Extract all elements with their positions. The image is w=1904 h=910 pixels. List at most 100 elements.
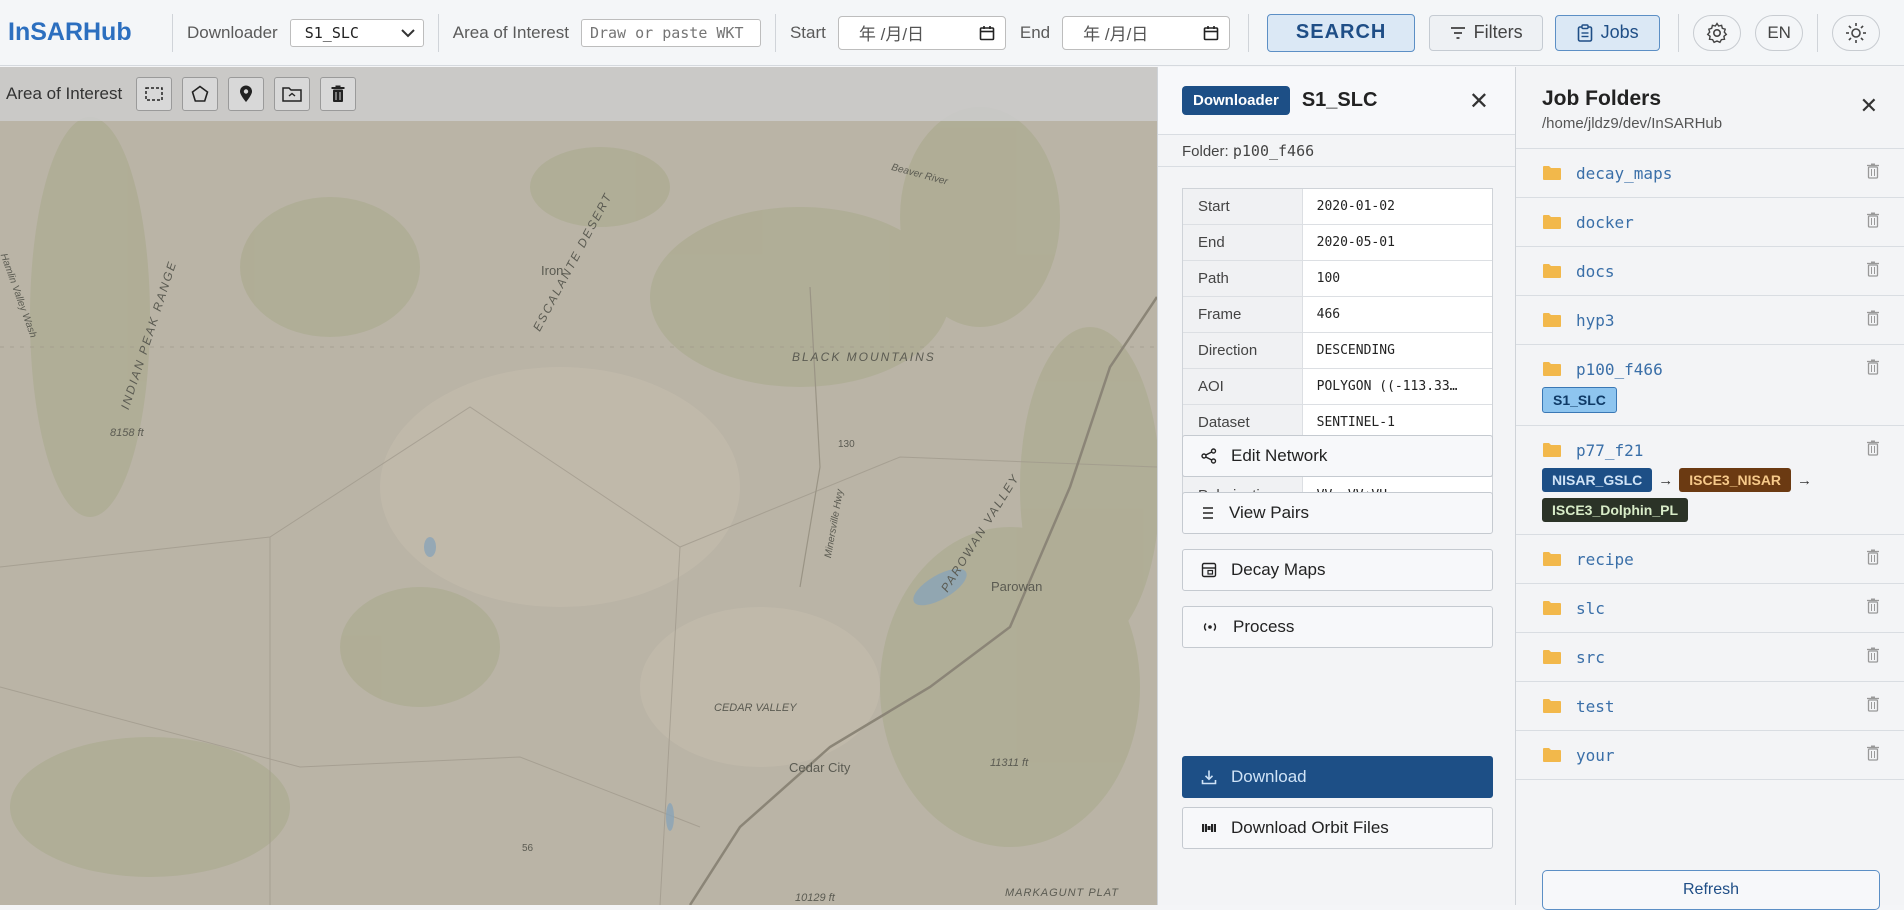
folder-item-p77-f21[interactable]: p77_f21 NISAR_GSLC → ISCE3_NISAR → ISCE3… xyxy=(1516,426,1904,535)
refresh-button[interactable]: Refresh xyxy=(1542,870,1880,910)
folder-name[interactable]: p77_f21 xyxy=(1576,441,1643,460)
folder-item-hyp3[interactable]: hyp3 xyxy=(1516,296,1904,345)
theme-toggle-button[interactable] xyxy=(1832,14,1881,51)
folder-item-decay-maps[interactable]: decay_maps xyxy=(1516,149,1904,198)
start-label: Start xyxy=(789,22,826,42)
job-tags: S1_SLC xyxy=(1542,387,1879,425)
trash-icon[interactable] xyxy=(1867,745,1879,761)
map-view[interactable]: ESCALANTE DESERT BLACK MOUNTAINS INDIAN … xyxy=(0,67,1157,905)
trash-icon[interactable] xyxy=(1867,261,1879,277)
divider xyxy=(774,13,776,52)
process-button[interactable]: Process xyxy=(1182,606,1493,648)
param-value: 2020-01-02 xyxy=(1316,199,1395,214)
map-label-iron: Iron xyxy=(541,263,564,278)
end-date-input[interactable]: 年 /月/日 xyxy=(1062,15,1231,50)
draw-rectangle-button[interactable] xyxy=(136,77,173,111)
folder-name[interactable]: your xyxy=(1576,746,1615,765)
folder-icon xyxy=(1543,552,1561,566)
folder-name[interactable]: docs xyxy=(1576,262,1615,281)
trash-icon[interactable] xyxy=(1867,598,1879,614)
filters-label: Filters xyxy=(1473,22,1523,42)
jobs-button[interactable]: Jobs xyxy=(1555,14,1661,51)
folder-item-docker[interactable]: docker xyxy=(1516,198,1904,247)
divider xyxy=(1817,13,1819,52)
folder-item-slc[interactable]: slc xyxy=(1516,584,1904,633)
folder-item-test[interactable]: test xyxy=(1516,682,1904,731)
trash-icon[interactable] xyxy=(1867,440,1879,456)
decay-maps-button[interactable]: Decay Maps xyxy=(1182,549,1493,591)
download-orbit-files-button[interactable]: Download Orbit Files xyxy=(1182,807,1493,849)
calendar-icon[interactable] xyxy=(979,25,995,41)
trash-icon[interactable] xyxy=(1867,696,1879,712)
language-button[interactable]: EN xyxy=(1755,14,1804,51)
close-icon[interactable]: ✕ xyxy=(1860,93,1878,119)
map-label-parowan: Parowan xyxy=(991,579,1043,594)
trash-icon[interactable] xyxy=(1867,163,1879,179)
map-pin-icon xyxy=(240,85,253,102)
job-tag[interactable]: S1_SLC xyxy=(1542,387,1617,413)
download-button[interactable]: Download xyxy=(1182,756,1493,798)
folder-name[interactable]: test xyxy=(1576,697,1615,716)
start-date-input[interactable]: 年 /月/日 xyxy=(837,15,1006,50)
folder-item-docs[interactable]: docs xyxy=(1516,247,1904,296)
map-label-elev-10129: 10129 ft xyxy=(795,892,835,904)
downloader-name: S1_SLC xyxy=(1301,89,1378,111)
view-pairs-button[interactable]: View Pairs xyxy=(1182,492,1493,534)
trash-icon[interactable] xyxy=(1867,647,1879,663)
divider xyxy=(437,13,439,52)
folder-name[interactable]: docker xyxy=(1576,213,1634,232)
edit-network-label: Edit Network xyxy=(1231,446,1328,465)
load-file-button[interactable] xyxy=(274,77,311,111)
filters-button[interactable]: Filters xyxy=(1429,14,1544,51)
map-toolbar: Area of Interest xyxy=(0,67,1157,121)
folder-icon xyxy=(1543,166,1561,180)
end-date-value: 年 /月/日 xyxy=(1083,25,1149,44)
table-row: Direction DESCENDING xyxy=(1183,333,1492,369)
job-tag[interactable]: ISCE3_NISAR xyxy=(1679,468,1792,492)
folder-name[interactable]: hyp3 xyxy=(1576,311,1615,330)
folder-item-your[interactable]: your xyxy=(1516,731,1904,780)
filter-icon xyxy=(1450,26,1465,39)
divider xyxy=(1248,13,1250,52)
sun-icon xyxy=(1846,22,1867,43)
draw-polygon-button[interactable] xyxy=(182,77,219,111)
close-icon[interactable]: ✕ xyxy=(1469,87,1489,116)
folder-name[interactable]: p100_f466 xyxy=(1576,360,1663,379)
folder-name[interactable]: recipe xyxy=(1576,550,1634,569)
download-orbit-files-label: Download Orbit Files xyxy=(1231,818,1389,837)
job-tag[interactable]: ISCE3_Dolphin_PL xyxy=(1542,498,1689,522)
trash-icon[interactable] xyxy=(1867,212,1879,228)
param-key: Start xyxy=(1183,189,1303,224)
brand-logo[interactable]: InSARHub xyxy=(8,18,158,47)
settings-button[interactable] xyxy=(1693,14,1742,51)
draw-point-button[interactable] xyxy=(228,77,265,111)
folder-name[interactable]: decay_maps xyxy=(1576,164,1672,183)
folder-name[interactable]: src xyxy=(1576,648,1605,667)
edit-network-button[interactable]: Edit Network xyxy=(1182,435,1493,477)
satellite-icon xyxy=(1202,824,1216,832)
job-tags: NISAR_GSLC → ISCE3_NISAR → ISCE3_Dolphin… xyxy=(1542,468,1879,534)
trash-icon[interactable] xyxy=(1867,359,1879,375)
folder-item-p100-f466[interactable]: p100_f466 S1_SLC xyxy=(1516,345,1904,426)
map-label-black-mountains: BLACK MOUNTAINS xyxy=(792,350,936,364)
job-tag[interactable]: NISAR_GSLC xyxy=(1542,468,1653,492)
trash-icon[interactable] xyxy=(1867,310,1879,326)
folder-icon xyxy=(1543,215,1561,229)
param-value: POLYGON ((-113.33… xyxy=(1316,379,1458,394)
param-value: 466 xyxy=(1316,307,1341,322)
aoi-label: Area of Interest xyxy=(452,22,569,42)
table-row: Frame 466 xyxy=(1183,297,1492,333)
trash-icon[interactable] xyxy=(1867,549,1879,565)
folder-name[interactable]: slc xyxy=(1576,599,1605,618)
folder-item-recipe[interactable]: recipe xyxy=(1516,535,1904,584)
downloader-select[interactable]: S1_SLC xyxy=(289,18,424,47)
search-button[interactable]: SEARCH xyxy=(1267,13,1416,52)
chevron-down-icon xyxy=(401,28,415,37)
aoi-input[interactable] xyxy=(580,18,761,47)
map-label-cedar-valley: CEDAR VALLEY xyxy=(714,702,797,714)
calendar-icon[interactable] xyxy=(1203,25,1219,41)
clear-aoi-button[interactable] xyxy=(320,77,357,111)
divider xyxy=(172,13,173,52)
folder-item-src[interactable]: src xyxy=(1516,633,1904,682)
map-label-cedar-city: Cedar City xyxy=(789,760,851,775)
